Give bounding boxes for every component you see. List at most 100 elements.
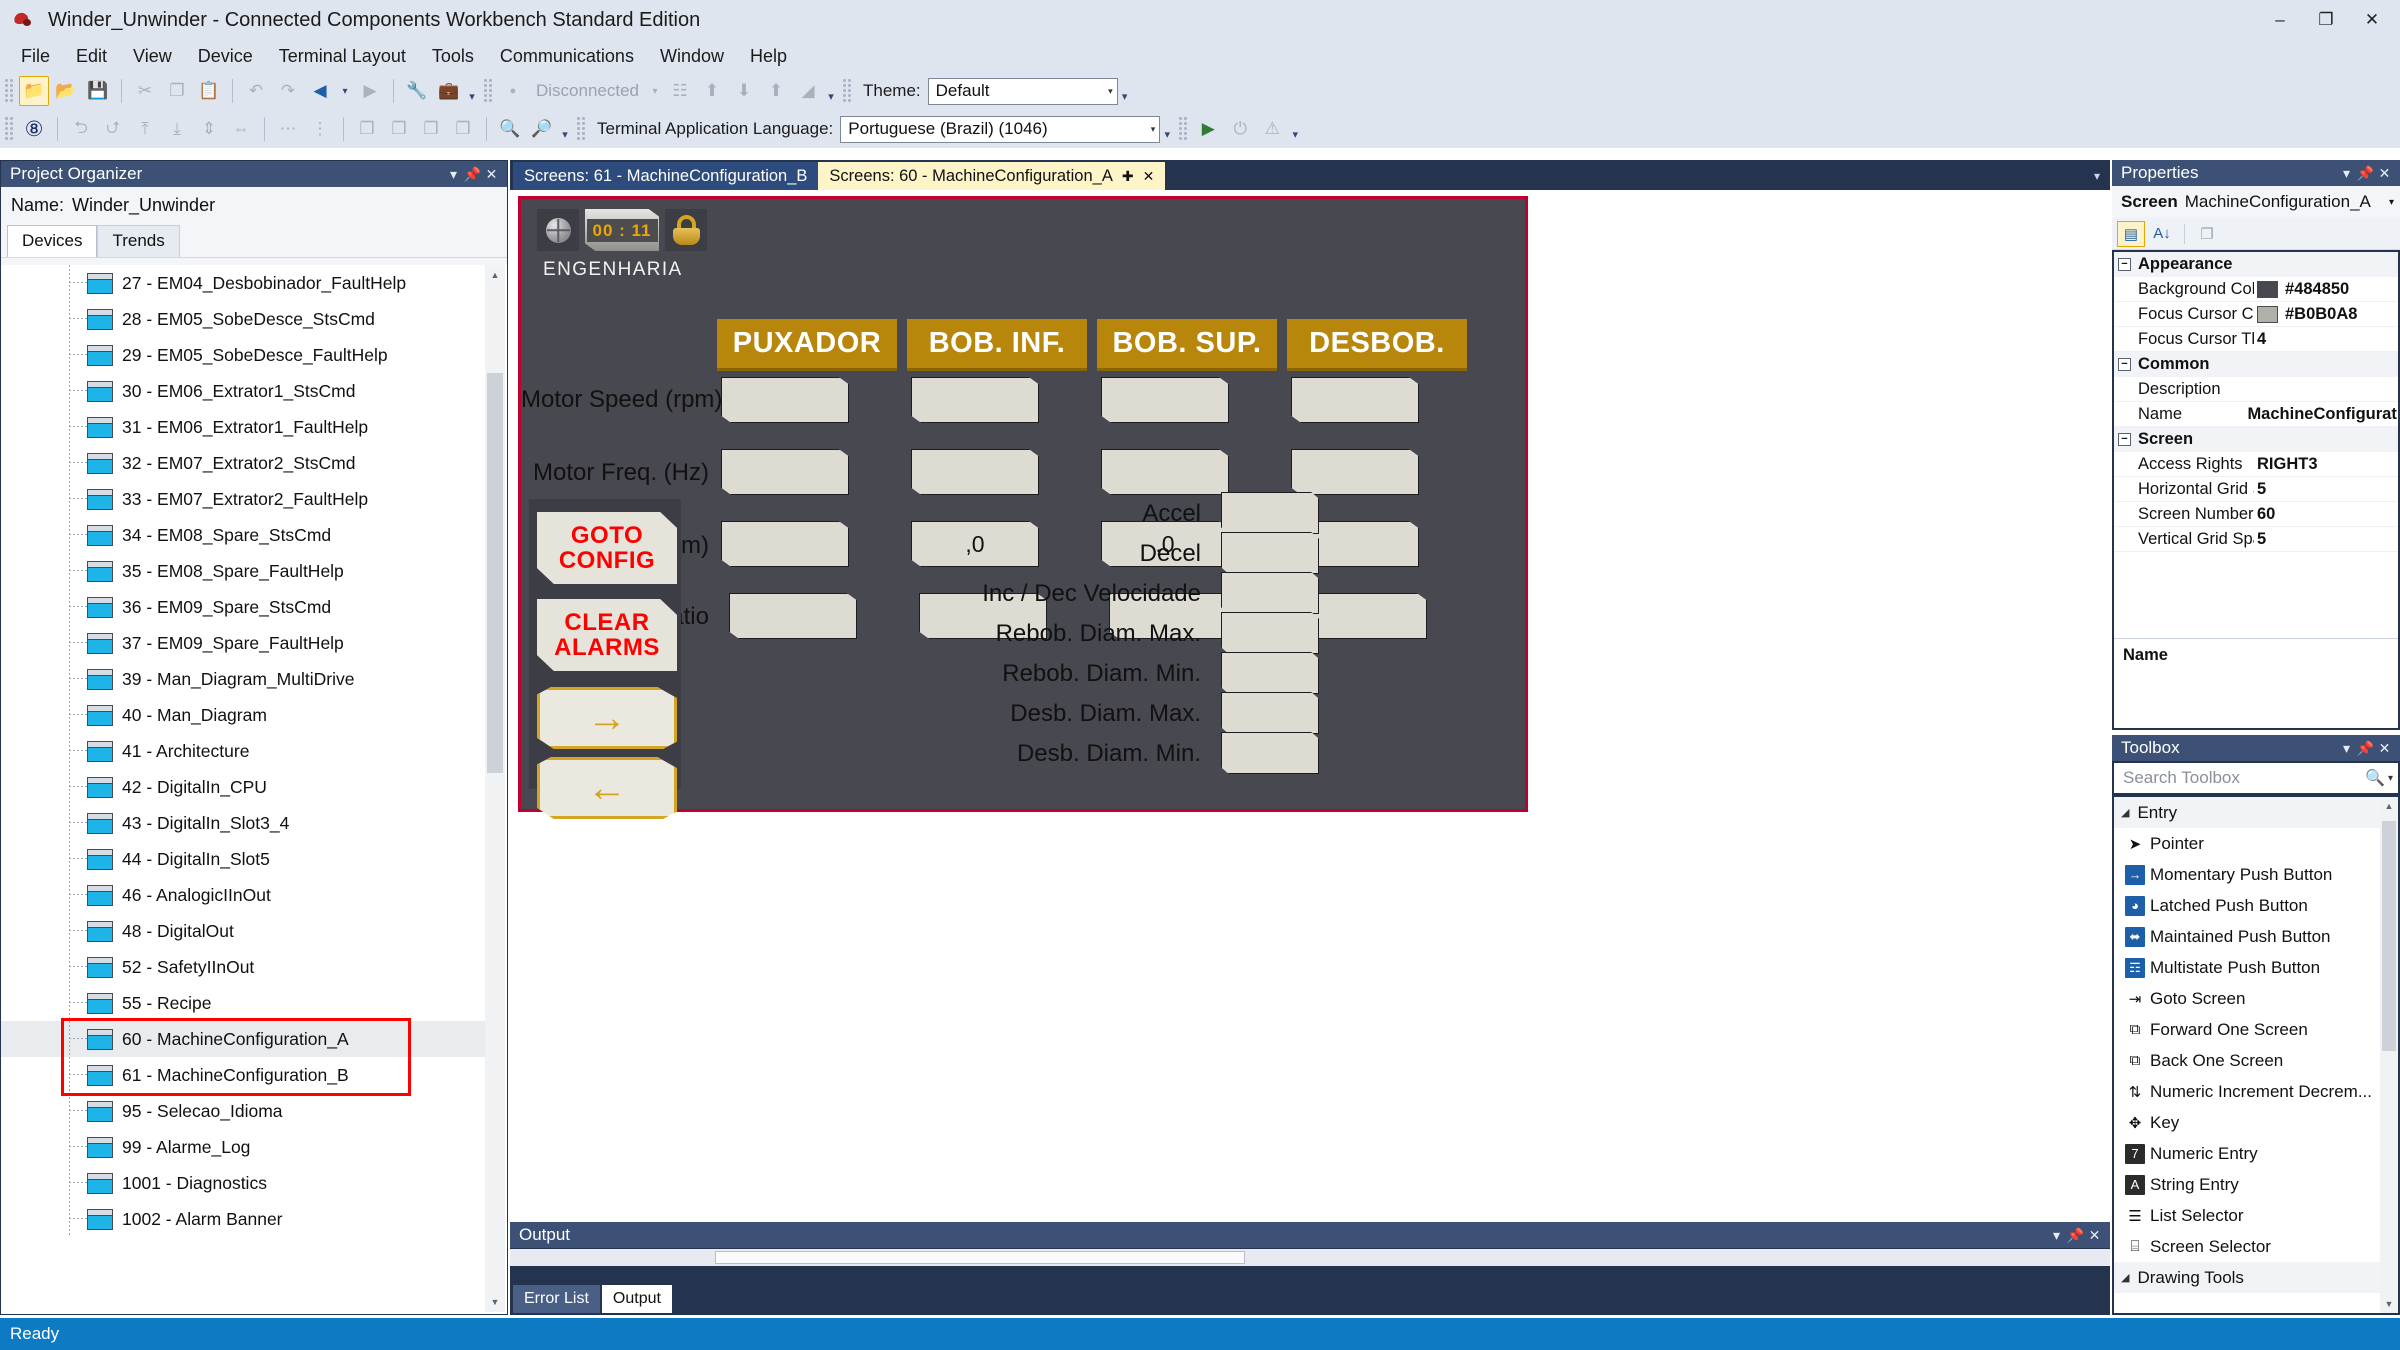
theme-select[interactable]: Default ▾ — [927, 77, 1118, 105]
field-motor-freq-puxador[interactable] — [721, 449, 849, 495]
toolbox-category[interactable]: ◢ Drawing Tools — [2114, 1262, 2380, 1293]
send-to-back-icon[interactable]: ❐ — [384, 114, 414, 144]
hmi-screen[interactable]: 00 : 11 ENGENHARIA PUXADOR BOB. INF. BOB… — [518, 196, 1528, 819]
chevron-down-icon[interactable]: ▾ — [2388, 773, 2393, 784]
pin-icon[interactable]: 📌 — [2066, 1227, 2085, 1244]
pin-icon[interactable]: ✚ — [1122, 168, 1134, 185]
property-value[interactable]: 4 — [2254, 330, 2398, 349]
close-icon[interactable]: ✕ — [2375, 740, 2394, 757]
toolbar-grip[interactable] — [576, 116, 586, 142]
pin-icon[interactable]: 📌 — [463, 166, 482, 183]
toolbox-item[interactable]: ➤ Pointer — [2114, 828, 2380, 859]
tree-item[interactable]: 31 - EM06_Extrator1_FaultHelp — [1, 409, 485, 445]
tree-item[interactable]: 34 - EM08_Spare_StsCmd — [1, 517, 485, 553]
toolbar-overflow-icon[interactable]: ▾ — [465, 76, 479, 106]
property-value[interactable]: MachineConfiguratio — [2244, 405, 2398, 424]
property-group-header[interactable]: − Screen — [2114, 427, 2398, 452]
scrollbar-thumb[interactable] — [2382, 821, 2396, 1051]
settings-wrench-icon[interactable]: 🔧 — [402, 76, 432, 106]
tree-item[interactable]: 40 - Man_Diagram — [1, 697, 485, 733]
menu-item-help[interactable]: Help — [737, 42, 800, 71]
cut-icon[interactable]: ✂ — [130, 76, 160, 106]
align-top-icon[interactable]: ⤒ — [130, 114, 160, 144]
menu-item-communications[interactable]: Communications — [487, 42, 647, 71]
param-field-decel[interactable] — [1221, 532, 1319, 574]
undo-icon[interactable]: ↶ — [241, 76, 271, 106]
new-project-icon[interactable]: 📁 — [19, 76, 49, 106]
distribute-horizontal-icon[interactable]: ⋯ — [273, 114, 303, 144]
property-value[interactable]: #484850 — [2254, 280, 2398, 299]
field-diametro-puxador[interactable] — [721, 521, 849, 567]
back-one-screen-button[interactable]: ← — [537, 757, 677, 819]
tree-item[interactable]: 43 - DigitalIn_Slot3_4 — [1, 805, 485, 841]
field-motor-freq-bob-inf[interactable] — [911, 449, 1039, 495]
tree-item[interactable]: 32 - EM07_Extrator2_StsCmd — [1, 445, 485, 481]
property-value[interactable]: 5 — [2254, 530, 2398, 549]
menu-item-view[interactable]: View — [120, 42, 185, 71]
tree-item[interactable]: 28 - EM05_SobeDesce_StsCmd — [1, 301, 485, 337]
download-icon[interactable]: ⬇ — [729, 76, 759, 106]
property-value[interactable]: 5 — [2254, 480, 2398, 499]
column-header-bob-inf[interactable]: BOB. INF. — [907, 319, 1087, 371]
toolbox-item[interactable]: ⧉ Forward One Screen — [2114, 1014, 2380, 1045]
close-icon[interactable]: ✕ — [1143, 168, 1155, 185]
diagnose-icon[interactable]: ◢ — [793, 76, 823, 106]
device-tree-scrollbar[interactable]: ▲ ▼ — [485, 265, 505, 1312]
terminal-language-select[interactable]: Portuguese (Brazil) (1046) ▾ — [840, 115, 1161, 143]
pin-icon[interactable]: 📌 — [2356, 740, 2375, 757]
close-icon[interactable]: ✕ — [482, 166, 501, 183]
goto-config-button[interactable]: GOTO CONFIG — [537, 512, 677, 584]
minimize-button[interactable]: – — [2258, 3, 2302, 37]
close-icon[interactable]: ✕ — [2375, 165, 2394, 182]
clear-alarms-button[interactable]: CLEAR ALARMS — [537, 599, 677, 671]
categorized-view-icon[interactable]: ▤ — [2117, 220, 2145, 247]
tab-screen-61-machineconfiguration-b[interactable]: Screens: 61 - MachineConfiguration_B — [513, 162, 819, 190]
toolbox-search-row[interactable]: Search Toolbox 🔍 ▾ — [2114, 763, 2398, 793]
connection-dropdown-icon[interactable]: ▾ — [647, 76, 663, 106]
tree-item[interactable]: 30 - EM06_Extrator1_StsCmd — [1, 373, 485, 409]
toolbox-item[interactable]: ⇅ Numeric Increment Decrem... — [2114, 1076, 2380, 1107]
collapse-expander-icon[interactable]: − — [2118, 433, 2131, 446]
menu-item-device[interactable]: Device — [185, 42, 266, 71]
expander-triangle-icon[interactable]: ◢ — [2121, 1271, 2129, 1284]
chevron-down-icon[interactable]: ▾ — [444, 166, 463, 183]
menu-item-window[interactable]: Window — [647, 42, 737, 71]
tab-devices[interactable]: Devices — [7, 225, 98, 257]
scrollbar-thumb[interactable] — [715, 1251, 1245, 1264]
paste-icon[interactable]: 📋 — [194, 76, 224, 106]
property-row[interactable]: Focus Cursor Thi‹4 — [2114, 327, 2398, 352]
close-icon[interactable]: ✕ — [2085, 1227, 2104, 1244]
property-row[interactable]: Focus Cursor Col #B0B0A8 — [2114, 302, 2398, 327]
tree-item[interactable]: 37 - EM09_Spare_FaultHelp — [1, 625, 485, 661]
toolbar-overflow-icon[interactable]: ▾ — [558, 114, 572, 144]
column-header-desbob[interactable]: DESBOB. — [1287, 319, 1467, 371]
toolbox-search-input[interactable]: Search Toolbox — [2123, 768, 2365, 788]
field-motor-speed-puxador[interactable] — [721, 377, 849, 423]
tree-item[interactable]: 29 - EM05_SobeDesce_FaultHelp — [1, 337, 485, 373]
property-pages-icon[interactable]: ❐ — [2193, 221, 2221, 247]
save-icon[interactable]: 💾 — [83, 76, 113, 106]
navigate-back-icon[interactable]: ◀ — [305, 76, 335, 106]
navigate-back-dropdown-icon[interactable]: ▾ — [337, 76, 353, 106]
toolbox-item[interactable]: ⌸ Screen Selector — [2114, 1231, 2380, 1262]
distribute-vertical-icon[interactable]: ⋮ — [305, 114, 335, 144]
toolbar-grip[interactable] — [4, 78, 14, 104]
toolbox-case-icon[interactable]: 💼 — [434, 76, 464, 106]
toolbar-grip[interactable] — [1178, 116, 1189, 142]
field-motor-speed-bob-sup[interactable] — [1101, 377, 1229, 423]
toolbox-category[interactable]: ◢ Entry — [2114, 797, 2380, 828]
tree-item[interactable]: 41 - Architecture — [1, 733, 485, 769]
tree-item[interactable]: 35 - EM08_Spare_FaultHelp — [1, 553, 485, 589]
chevron-down-icon[interactable]: ▾ — [2337, 740, 2356, 757]
tree-item[interactable]: 61 - MachineConfiguration_B — [1, 1057, 485, 1093]
column-header-bob-sup[interactable]: BOB. SUP. — [1097, 319, 1277, 371]
scroll-down-icon[interactable]: ▼ — [485, 1292, 505, 1312]
align-bottom-icon[interactable]: ⤓ — [162, 114, 192, 144]
property-row[interactable]: Horizontal Grid S5 — [2114, 477, 2398, 502]
property-row[interactable]: Vertical Grid Spac5 — [2114, 527, 2398, 552]
tree-item[interactable]: 27 - EM04_Desbobinador_FaultHelp — [1, 265, 485, 301]
tree-item[interactable]: 33 - EM07_Extrator2_FaultHelp — [1, 481, 485, 517]
field-motor-speed-desbob[interactable] — [1291, 377, 1419, 423]
output-horizontal-scrollbar[interactable] — [510, 1249, 2110, 1266]
toolbox-item[interactable]: ⧉ Back One Screen — [2114, 1045, 2380, 1076]
